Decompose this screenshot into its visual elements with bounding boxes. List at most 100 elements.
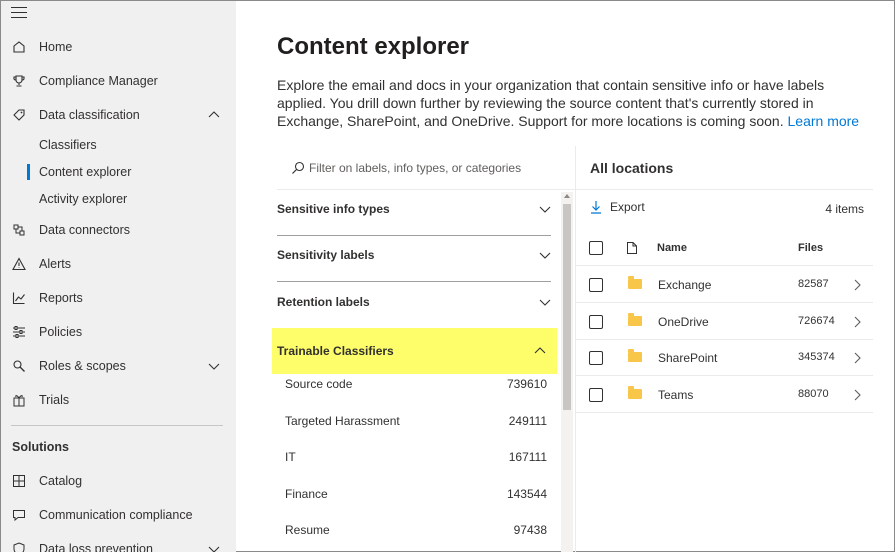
- items-count: 4 items: [825, 202, 864, 216]
- nav-reports-label: Reports: [39, 291, 83, 305]
- nav-trials-label: Trials: [39, 393, 70, 407]
- hamburger-menu-icon[interactable]: [11, 7, 27, 19]
- description-text: Explore the email and docs in your organ…: [277, 77, 825, 129]
- nav-roles-scopes[interactable]: Roles & scopes: [1, 351, 236, 381]
- connector-icon: [11, 222, 27, 238]
- filter-panel: Filter on labels, info types, or categor…: [272, 146, 575, 552]
- section-sensitivity-labels[interactable]: Sensitivity labels: [277, 232, 551, 278]
- row-checkbox[interactable]: [589, 388, 603, 402]
- nav-data-classification-label: Data classification: [39, 108, 140, 122]
- classifier-count: 167111: [508, 450, 547, 464]
- nav-divider: [11, 425, 223, 426]
- location-name: SharePoint: [658, 351, 718, 365]
- roles-icon: [11, 358, 27, 374]
- folder-icon: [628, 349, 642, 362]
- filter-search-box[interactable]: Filter on labels, info types, or categor…: [277, 146, 575, 190]
- locations-table-header: Name Files: [576, 230, 873, 266]
- select-all-checkbox[interactable]: [589, 241, 603, 255]
- table-row[interactable]: SharePoint 345374: [576, 340, 873, 376]
- folder-icon: [628, 386, 642, 399]
- nav-data-loss-prevention-label: Data loss prevention: [39, 542, 153, 552]
- nav-data-connectors[interactable]: Data connectors: [1, 215, 236, 245]
- classifier-row[interactable]: Source code 739610: [285, 366, 547, 402]
- table-row[interactable]: OneDrive 726674: [576, 304, 873, 340]
- name-column-header[interactable]: Name: [657, 242, 687, 254]
- classifier-count: 249111: [508, 414, 547, 428]
- solutions-heading: Solutions: [12, 440, 69, 454]
- row-checkbox[interactable]: [589, 351, 603, 365]
- nav-reports[interactable]: Reports: [1, 283, 236, 313]
- section-sensitive-info-types[interactable]: Sensitive info types: [277, 186, 551, 232]
- trophy-icon: [11, 73, 27, 89]
- learn-more-link[interactable]: Learn more: [788, 113, 860, 129]
- classifier-row[interactable]: Targeted Harassment 249111: [285, 403, 547, 439]
- classifier-count: 143544: [506, 487, 547, 501]
- section-retention-labels[interactable]: Retention labels: [277, 279, 551, 325]
- table-row[interactable]: Teams 88070: [576, 377, 873, 413]
- sliders-icon: [11, 324, 27, 340]
- page-title: Content explorer: [277, 33, 470, 60]
- classifier-row[interactable]: Finance 143544: [285, 476, 547, 512]
- chevron-right-icon[interactable]: [852, 389, 862, 401]
- location-name: Teams: [658, 388, 694, 402]
- chevron-right-icon[interactable]: [852, 279, 862, 291]
- files-column-header[interactable]: Files: [798, 242, 823, 254]
- nav-policies-label: Policies: [39, 325, 83, 339]
- nav-compliance-manager[interactable]: Compliance Manager: [1, 66, 236, 96]
- classifier-name: IT: [285, 450, 296, 464]
- chart-icon: [11, 290, 27, 306]
- nav-data-classification[interactable]: Data classification: [1, 100, 236, 130]
- chevron-right-icon[interactable]: [852, 352, 862, 364]
- nav-communication-compliance-label: Communication compliance: [39, 508, 193, 522]
- table-row[interactable]: Exchange 82587: [576, 267, 873, 303]
- classifier-row[interactable]: IT 167111: [285, 439, 547, 475]
- export-button[interactable]: Export: [590, 200, 645, 214]
- catalog-icon: [11, 473, 27, 489]
- chevron-down-icon: [539, 206, 551, 213]
- locations-panel: All locations Export 4 items Name Files …: [575, 146, 873, 552]
- scroll-up-arrow-icon[interactable]: [564, 194, 570, 198]
- nav-alerts[interactable]: Alerts: [1, 249, 236, 279]
- export-label: Export: [610, 200, 645, 214]
- chevron-down-icon[interactable]: [208, 543, 220, 552]
- chevron-down-icon[interactable]: [208, 360, 220, 372]
- gift-icon: [11, 392, 27, 408]
- nav-catalog[interactable]: Catalog: [1, 466, 236, 496]
- location-files: 345374: [798, 351, 835, 363]
- nav-data-connectors-label: Data connectors: [39, 223, 131, 237]
- scrollbar-thumb[interactable]: [563, 204, 571, 410]
- classifier-name: Targeted Harassment: [285, 414, 400, 428]
- nav-trials[interactable]: Trials: [1, 385, 236, 415]
- filter-search-placeholder: Filter on labels, info types, or categor…: [309, 160, 522, 175]
- left-navigation: Home Compliance Manager Data classificat…: [1, 1, 236, 552]
- row-checkbox[interactable]: [589, 278, 603, 292]
- chevron-up-icon[interactable]: [208, 109, 220, 121]
- nav-compliance-manager-label: Compliance Manager: [39, 74, 158, 88]
- filter-scrollbar[interactable]: [561, 192, 573, 552]
- location-files: 88070: [798, 388, 829, 400]
- chevron-down-icon: [539, 299, 551, 306]
- chevron-right-icon[interactable]: [852, 316, 862, 328]
- location-name: OneDrive: [658, 315, 709, 329]
- nav-alerts-label: Alerts: [39, 257, 71, 271]
- home-icon: [11, 39, 27, 55]
- nav-communication-compliance[interactable]: Communication compliance: [1, 500, 236, 530]
- section-label: Retention labels: [277, 295, 370, 309]
- page-description: Explore the email and docs in your organ…: [277, 76, 867, 130]
- nav-policies[interactable]: Policies: [1, 317, 236, 347]
- classifier-name: Resume: [285, 523, 330, 537]
- alert-icon: [11, 256, 27, 272]
- chevron-down-icon: [539, 252, 551, 259]
- nav-activity-explorer[interactable]: Activity explorer: [39, 188, 127, 210]
- nav-content-explorer[interactable]: Content explorer: [26, 161, 131, 183]
- nav-data-loss-prevention[interactable]: Data loss prevention: [1, 534, 236, 552]
- nav-classifiers[interactable]: Classifiers: [39, 134, 97, 156]
- nav-roles-scopes-label: Roles & scopes: [39, 359, 126, 373]
- row-checkbox[interactable]: [589, 315, 603, 329]
- location-name: Exchange: [658, 278, 712, 292]
- section-label: Trainable Classifiers: [277, 344, 394, 358]
- location-files: 726674: [798, 315, 835, 327]
- nav-home[interactable]: Home: [1, 32, 236, 62]
- classifier-row[interactable]: Resume 97438: [285, 512, 547, 548]
- download-icon: [591, 201, 601, 214]
